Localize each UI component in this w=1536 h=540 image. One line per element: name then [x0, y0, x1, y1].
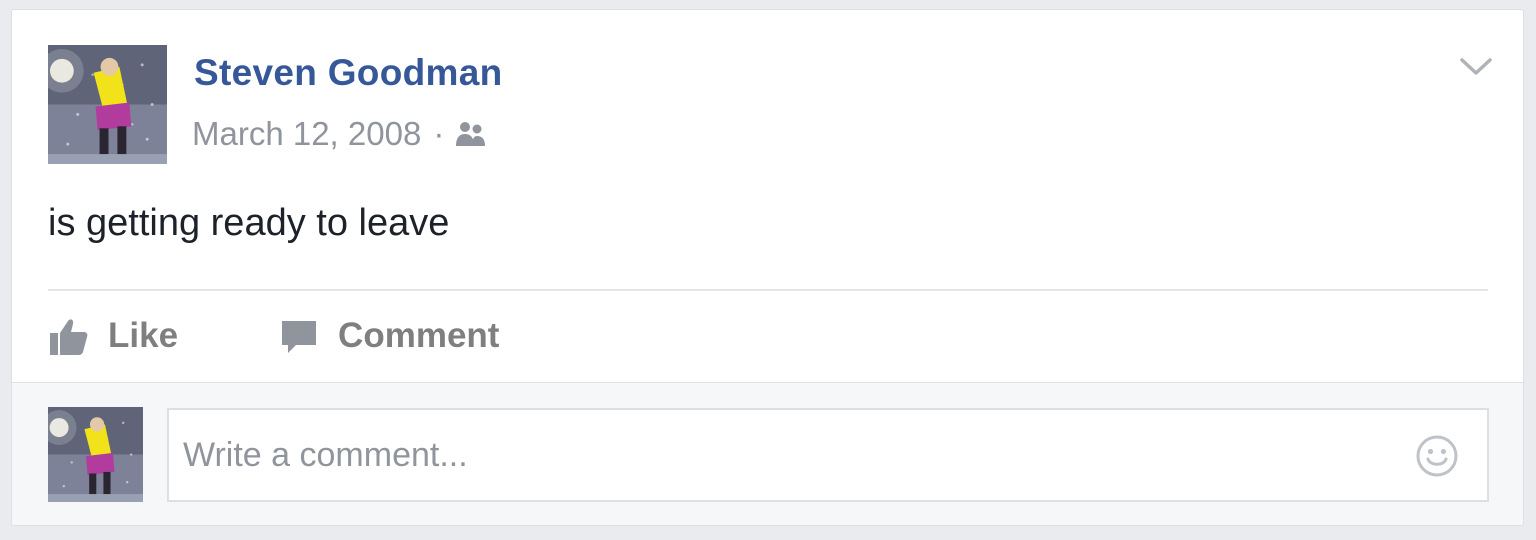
post-body: Steven Goodman March 12, 2008 · is getti…	[12, 10, 1523, 382]
author-name-link[interactable]: Steven Goodman	[194, 52, 502, 94]
comment-input-container[interactable]	[167, 408, 1489, 502]
like-button[interactable]: Like	[48, 315, 178, 357]
chevron-down-icon[interactable]	[1459, 54, 1493, 80]
comment-composer	[12, 382, 1523, 525]
post-card: Steven Goodman March 12, 2008 · is getti…	[11, 9, 1524, 526]
thumbs-up-icon	[48, 315, 90, 357]
speech-bubble-icon	[278, 315, 320, 357]
comment-input[interactable]	[183, 410, 1403, 500]
smiley-icon[interactable]	[1415, 434, 1459, 478]
comment-button[interactable]: Comment	[278, 315, 499, 357]
post-actions: Like Comment	[48, 310, 499, 362]
comment-label: Comment	[338, 316, 500, 355]
friends-icon[interactable]	[454, 119, 488, 149]
like-label: Like	[108, 316, 179, 355]
meta-separator: ·	[433, 115, 445, 152]
divider	[48, 289, 1488, 291]
post-meta: March 12, 2008 ·	[192, 114, 488, 154]
author-avatar[interactable]	[48, 45, 167, 164]
post-message: is getting ready to leave	[48, 202, 450, 244]
viewer-avatar[interactable]	[48, 407, 143, 502]
post-timestamp[interactable]: March 12, 2008	[192, 115, 421, 153]
